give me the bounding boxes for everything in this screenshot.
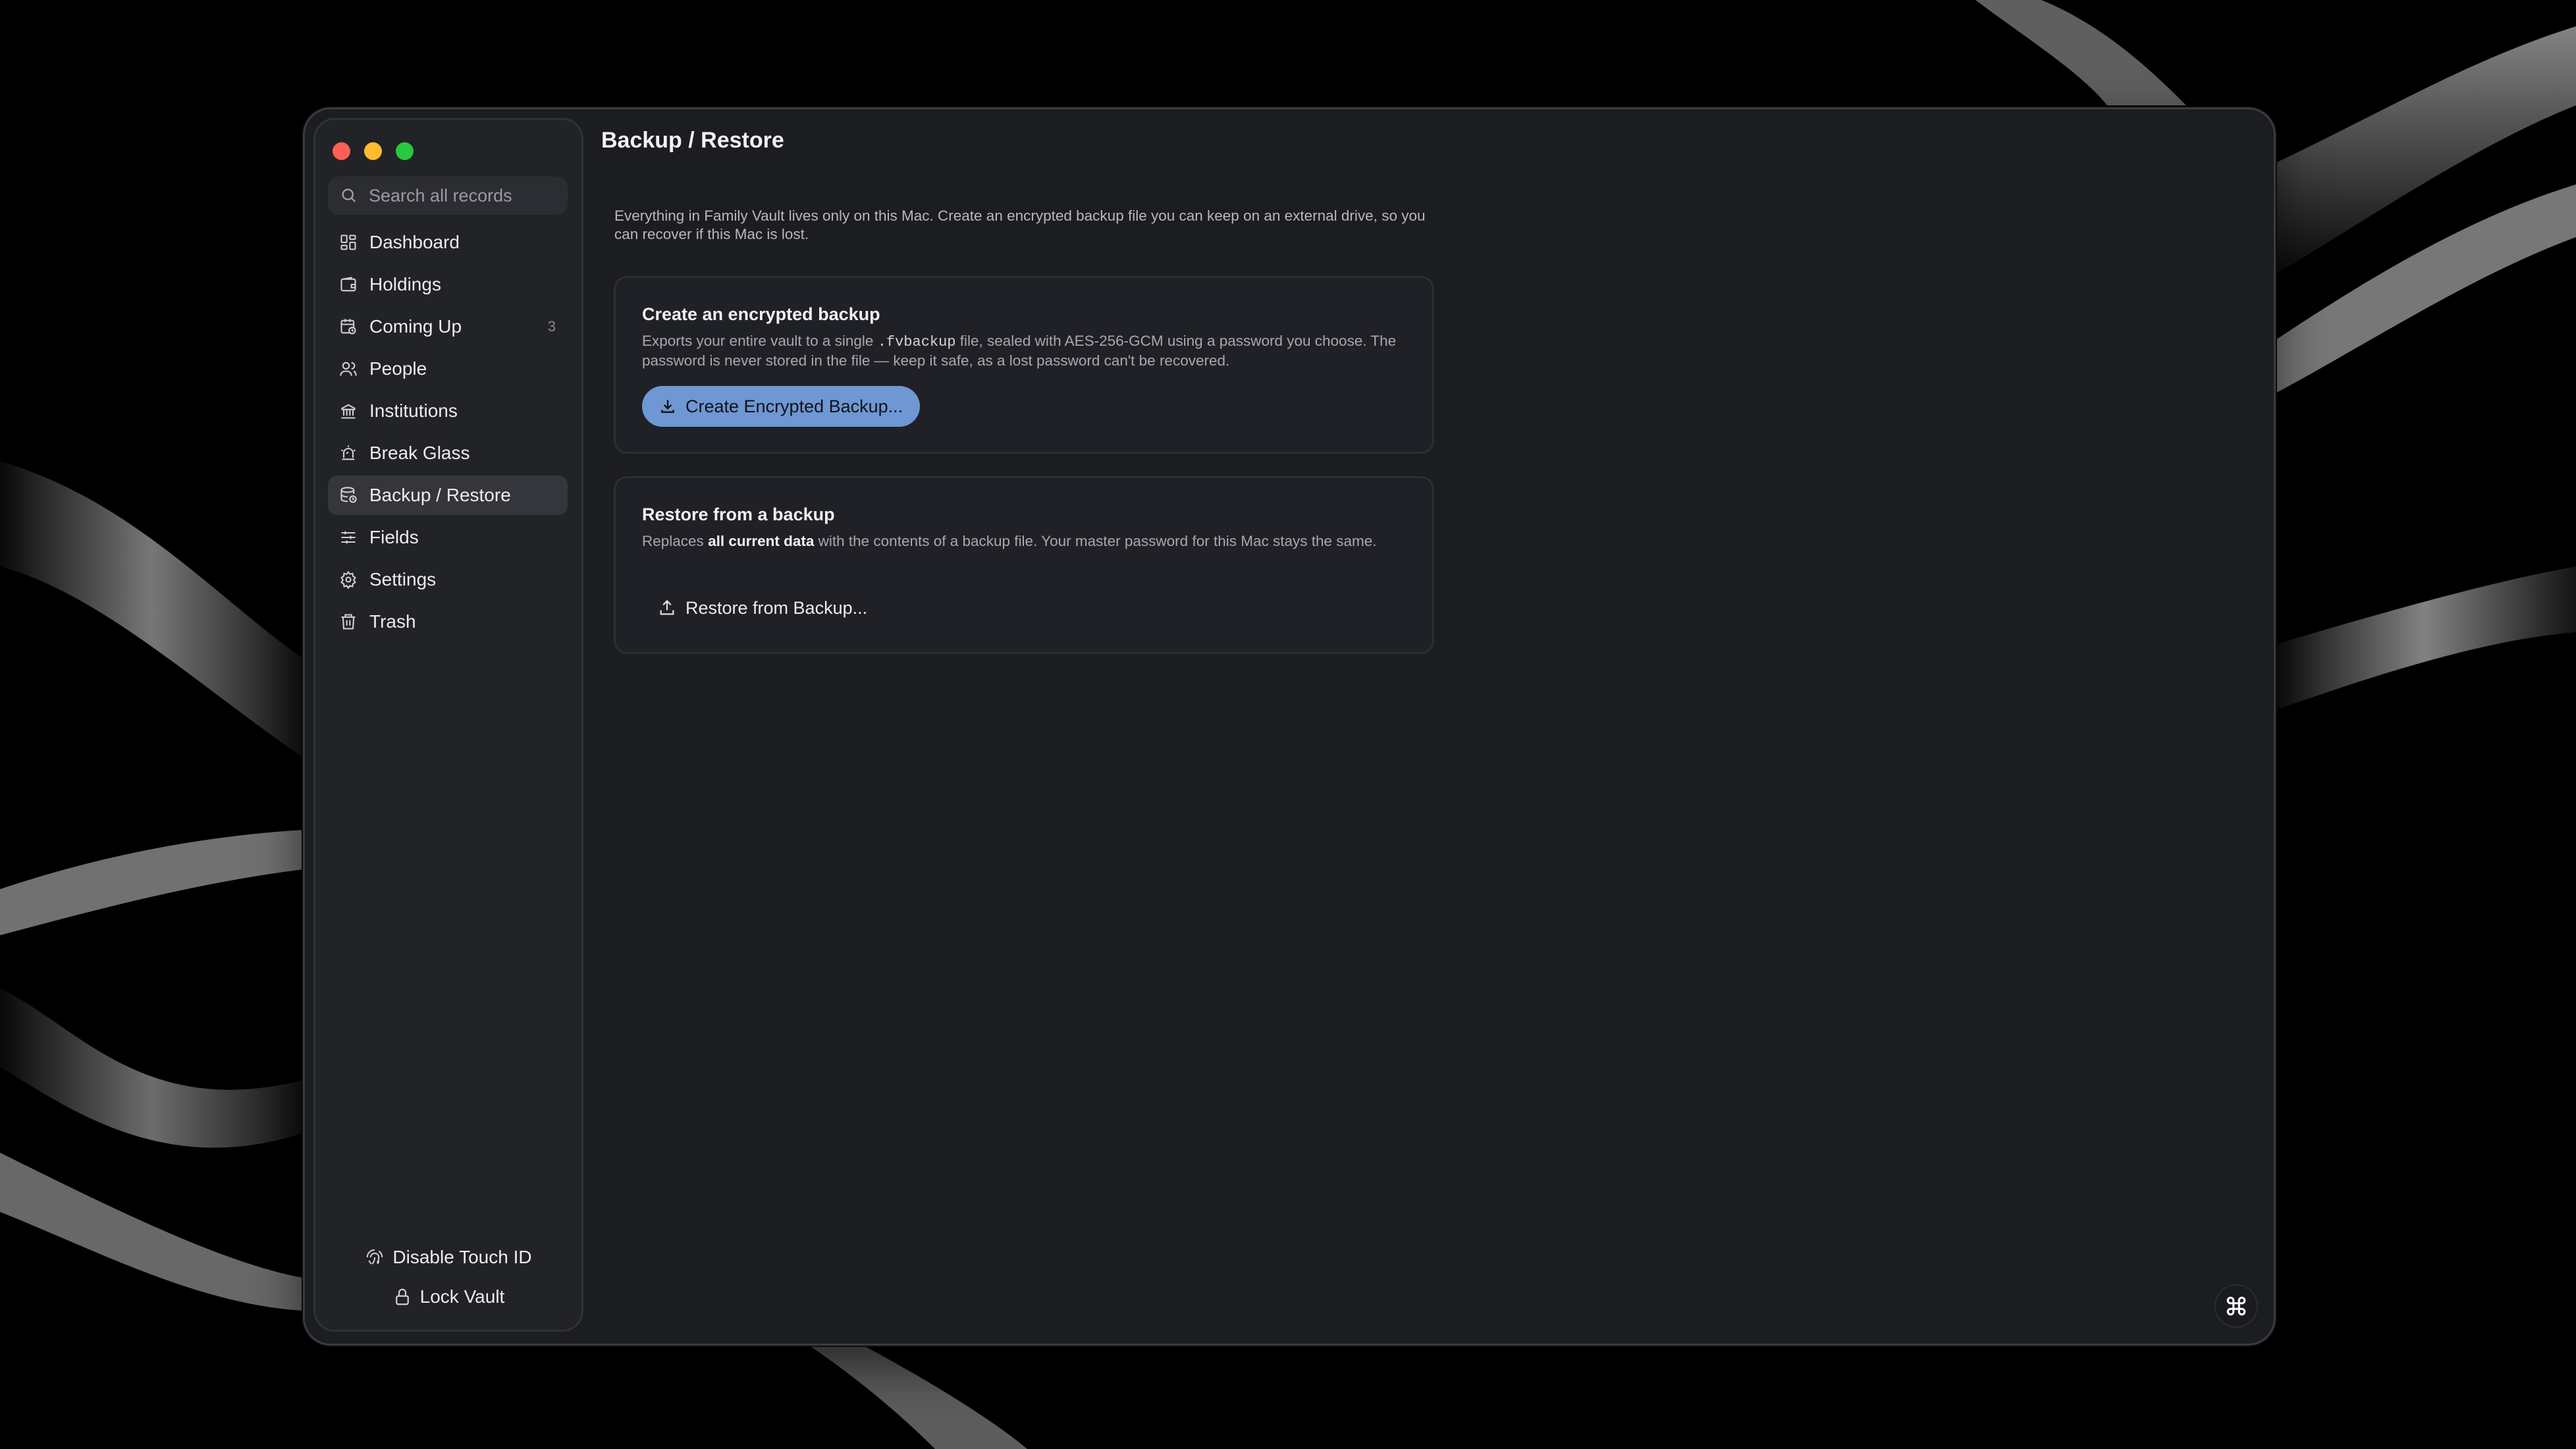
command-palette-button[interactable] [2214,1284,2258,1328]
zoom-window-button[interactable] [396,142,414,160]
search-input[interactable] [367,184,561,207]
database-icon [338,485,359,506]
sidebar-item-label: Settings [369,569,437,589]
backup-card-description: Exports your entire vault to a single .f… [642,333,1397,369]
command-icon [2226,1296,2246,1316]
lock-vault-label: Lock Vault [419,1286,505,1307]
bank-icon [338,400,359,422]
sidebar-item-label: Backup / Restore [369,485,511,505]
sliders-icon [338,527,359,548]
sidebar-item-people[interactable]: People [328,349,568,389]
sidebar-footer: Disable Touch ID Lock Vault [315,1238,581,1317]
create-encrypted-backup-label: Create Encrypted Backup... [685,396,903,416]
lock-icon [395,1288,409,1305]
fingerprint-icon [367,1249,383,1265]
restore-card-description: Replaces all current data with the conte… [642,533,1377,549]
search-icon [342,188,356,203]
create-encrypted-backup-button[interactable]: Create Encrypted Backup... [642,386,921,427]
emphasis-text: all current data [708,533,815,549]
gear-icon [338,569,359,590]
sidebar-item-institutions[interactable]: Institutions [328,391,568,431]
download-icon [661,400,674,413]
sidebar-item-backup-restore[interactable]: Backup / Restore [328,476,568,515]
sidebar-item-break-glass[interactable]: Break Glass [328,433,568,473]
calendar-icon [338,316,359,337]
sidebar-item-coming-up[interactable]: Coming Up 3 [328,307,568,346]
disable-touch-id-label: Disable Touch ID [392,1247,532,1267]
app-window: Dashboard Holdings Coming Up 3 People In… [303,107,2276,1346]
backup-card: Create an encrypted backup Exports your … [614,276,1434,454]
sidebar-item-label: People [369,358,427,379]
sidebar-item-dashboard[interactable]: Dashboard [328,223,568,262]
sidebar-item-trash[interactable]: Trash [328,602,568,642]
window-controls [333,142,414,160]
sidebar-item-label: Trash [369,611,416,632]
close-window-button[interactable] [333,142,350,160]
count-badge: 3 [547,318,556,335]
wallet-icon [338,274,359,295]
restore-from-backup-label: Restore from Backup... [685,597,868,618]
restore-from-backup-button[interactable]: Restore from Backup... [642,588,883,628]
sidebar-item-label: Dashboard [369,232,460,252]
intro-text: Everything in Family Vault lives only on… [614,207,1426,242]
search-bar[interactable] [328,177,568,215]
disable-touch-id-button[interactable]: Disable Touch ID [315,1238,581,1277]
people-icon [338,358,359,379]
restore-card: Restore from a backup Replaces all curre… [614,476,1434,654]
sidebar-item-fields[interactable]: Fields [328,518,568,557]
main-content: Backup / Restore Everything in Family Va… [601,109,2274,1344]
lock-vault-button[interactable]: Lock Vault [315,1277,581,1317]
sidebar-item-label: Coming Up [369,316,462,337]
upload-icon [660,599,674,615]
sidebar-item-label: Fields [369,527,419,547]
sidebar-item-label: Break Glass [369,443,470,463]
siren-icon [338,443,359,464]
sidebar-item-label: Institutions [369,400,458,421]
sidebar-item-label: Holdings [369,274,441,294]
sidebar-item-settings[interactable]: Settings [328,560,568,599]
restore-card-title: Restore from a backup [642,505,835,524]
backup-card-title: Create an encrypted backup [642,304,880,324]
sidebar: Dashboard Holdings Coming Up 3 People In… [313,118,583,1332]
minimize-window-button[interactable] [364,142,382,160]
page-title: Backup / Restore [601,128,784,153]
dashboard-icon [338,232,359,253]
file-extension: .fvbackup [877,334,956,350]
sidebar-nav: Dashboard Holdings Coming Up 3 People In… [328,223,568,644]
trash-icon [338,611,359,632]
sidebar-item-holdings[interactable]: Holdings [328,265,568,304]
